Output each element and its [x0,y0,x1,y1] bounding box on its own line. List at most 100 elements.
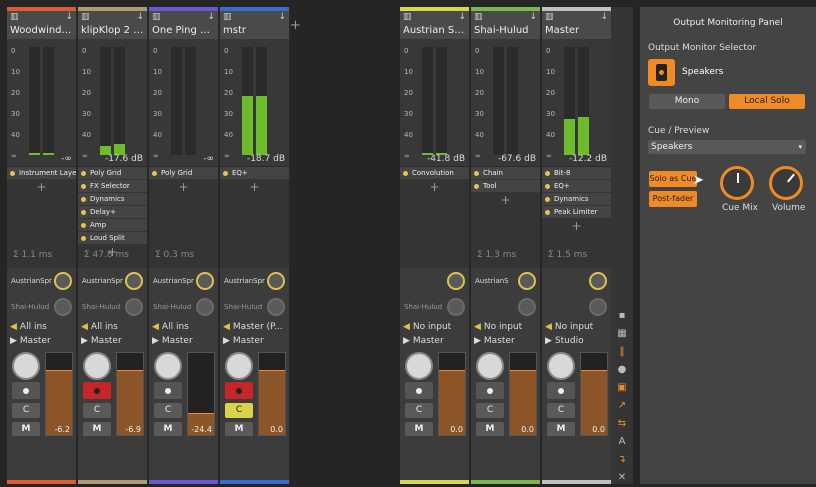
device-item[interactable]: Bit-8 [542,167,611,179]
input-select[interactable]: ◀ No input [542,320,611,334]
send-knob[interactable] [54,298,72,316]
send-slot[interactable] [542,268,611,294]
device-power-icon[interactable] [474,183,479,189]
input-select[interactable]: ◀ All ins [149,320,218,334]
cue-button[interactable]: C [225,403,253,418]
track-header[interactable]: ▥ ↓ Shai-Hulud [471,11,540,39]
send-slot[interactable]: AustrianSpr [78,268,147,294]
send-knob[interactable] [518,272,536,290]
device-item[interactable]: Tool [471,180,540,192]
send-slot[interactable]: AustrianSpr [220,268,289,294]
output-select[interactable]: ▶ Master [220,334,289,348]
mute-button[interactable]: M [83,422,111,436]
cue-button[interactable]: C [154,403,182,418]
send-knob[interactable] [196,298,214,316]
device-power-icon[interactable] [403,170,408,176]
add-device-button[interactable]: + [149,180,218,194]
device-item[interactable]: Dynamics [78,193,147,205]
device-item[interactable]: Poly Grid [149,167,218,179]
local-solo-button[interactable]: Local Solo [729,94,805,109]
pan-knob[interactable] [547,352,575,380]
cue-button[interactable]: C [476,403,504,418]
device-power-icon[interactable] [152,170,157,176]
device-power-icon[interactable] [81,222,86,228]
volume-knob[interactable] [769,166,803,200]
send-knob[interactable] [125,298,143,316]
send-knob[interactable] [589,298,607,316]
pan-knob[interactable] [154,352,182,380]
mute-button[interactable]: M [476,422,504,436]
mute-button[interactable]: M [405,422,433,436]
send-knob[interactable] [518,298,536,316]
volume-fader[interactable]: -24.4 [187,352,215,436]
volume-fader[interactable]: 0.0 [438,352,466,436]
send-slot[interactable]: AustrianS [471,268,540,294]
add-device-button[interactable]: + [220,180,289,194]
device-power-icon[interactable] [10,170,15,176]
pan-knob[interactable] [405,352,433,380]
device-item[interactable]: Loud Split [78,232,147,244]
record-arm-button[interactable] [225,382,253,399]
volume-fader[interactable]: 0.0 [258,352,286,436]
swap-icon[interactable]: ⇆ [611,415,633,433]
send-slot[interactable]: AustrianSpr [7,268,76,294]
clip-icon[interactable]: ▣ [611,379,633,397]
device-power-icon[interactable] [81,170,86,176]
device-power-icon[interactable] [81,183,86,189]
send-slot[interactable]: AustrianSpr [149,268,218,294]
device-power-icon[interactable] [81,235,86,241]
send-slot[interactable]: Shai-Hulud [149,294,218,320]
device-power-icon[interactable] [545,170,550,176]
volume-fader[interactable]: 0.0 [509,352,537,436]
device-item[interactable]: Convolution [400,167,469,179]
track-header[interactable]: ▥ ↓ Woodwinds R... [7,11,76,39]
device-item[interactable]: Chain [471,167,540,179]
add-device-button[interactable]: + [7,180,76,194]
send-knob[interactable] [196,272,214,290]
send-knob[interactable] [267,272,285,290]
device-item[interactable]: EQ+ [220,167,289,179]
send-slot[interactable] [400,268,469,294]
add-device-button[interactable]: + [471,193,540,207]
send-slot[interactable]: Shai-Hulud [400,294,469,320]
pan-knob[interactable] [83,352,111,380]
device-power-icon[interactable] [223,170,228,176]
add-device-button[interactable]: + [400,180,469,194]
send-slot[interactable] [471,294,540,320]
mute-button[interactable]: M [225,422,253,436]
send-icon[interactable]: ↗ [611,397,633,415]
device-power-icon[interactable] [81,209,86,215]
mute-button[interactable]: M [12,422,40,436]
device-item[interactable]: Delay+ [78,206,147,218]
record-arm-button[interactable] [405,382,433,399]
device-item[interactable]: FX Selector [78,180,147,192]
cue-mix-knob[interactable] [720,166,754,200]
device-power-icon[interactable] [545,209,550,215]
output-select[interactable]: ▶ Master [78,334,147,348]
record-arm-button[interactable] [476,382,504,399]
device-item[interactable]: Poly Grid [78,167,147,179]
mute-button[interactable]: M [547,422,575,436]
device-item[interactable]: Peak Limiter [542,206,611,218]
cue-preview-select[interactable]: Speakers ▾ [648,140,806,154]
device-power-icon[interactable] [474,170,479,176]
record-arm-button[interactable] [83,382,111,399]
close-icon[interactable]: ✕ [611,469,633,487]
track-header[interactable]: ▥ ↓ Master [542,11,611,39]
speaker-icon[interactable] [648,59,675,86]
input-select[interactable]: ◀ No input [471,320,540,334]
input-select[interactable]: ◀ All ins [78,320,147,334]
track-header[interactable]: ▥ ↓ klipKlop 2 (wit... [78,11,147,39]
post-fader-button[interactable]: Post-fader [649,191,697,207]
send-knob[interactable] [125,272,143,290]
output-select[interactable]: ▶ Master [7,334,76,348]
input-select[interactable]: ◀ All ins [7,320,76,334]
grid-icon[interactable]: ▦ [611,325,633,343]
arrow-down-icon[interactable]: ↴ [611,451,633,469]
cue-button[interactable]: C [547,403,575,418]
track-header[interactable]: ▥ ↓ mstr [220,11,289,39]
solo-as-cue-button[interactable]: Solo as Cue [649,171,697,187]
send-slot[interactable]: Shai-Hulud [220,294,289,320]
track-header[interactable]: ▥ ↓ Austrian Sprin... [400,11,469,39]
send-slot[interactable] [542,294,611,320]
